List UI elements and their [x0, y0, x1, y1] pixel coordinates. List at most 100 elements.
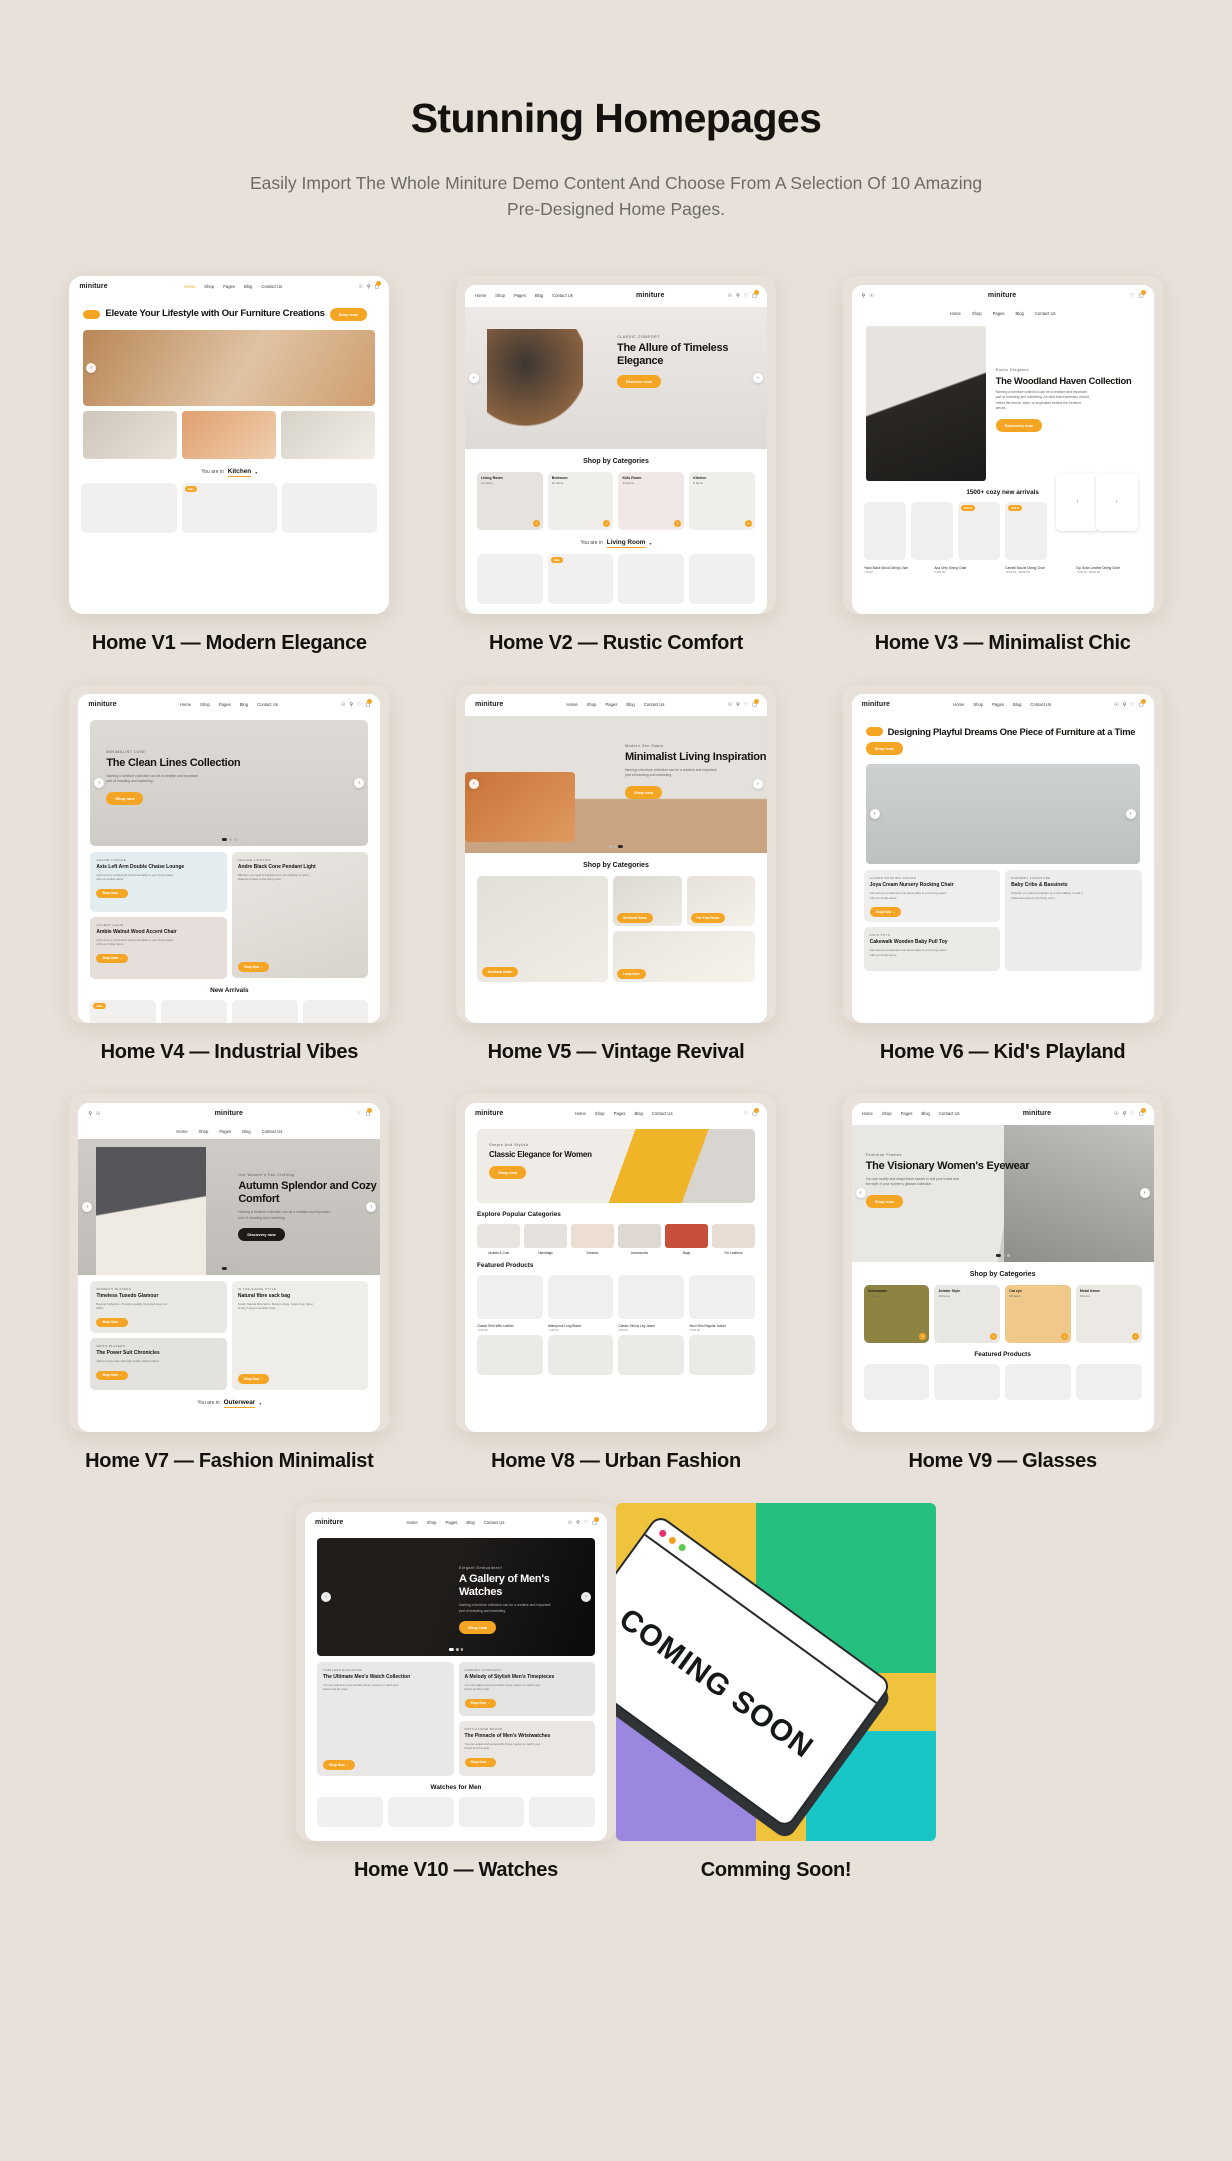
- product-thumb[interactable]: [161, 999, 227, 1023]
- promo-card[interactable]: KID'S TOYS Cakewalk Wooden Baby Pull Toy…: [863, 926, 1001, 971]
- product-thumb[interactable]: [689, 553, 755, 604]
- nav-item-shop[interactable]: Shop: [587, 702, 597, 707]
- nav-item-pages[interactable]: Pages: [901, 1111, 913, 1116]
- hero-button-v10[interactable]: Shop now: [459, 1621, 497, 1635]
- category-image[interactable]: Lamp table: [613, 930, 755, 982]
- product-card[interactable]: [689, 1274, 755, 1319]
- promo-card[interactable]: GLIDER ROCKING CHAIRS Joya Cream Nursery…: [863, 869, 1001, 922]
- carousel-dots[interactable]: [995, 1253, 1010, 1257]
- nav-icons[interactable]: ♡ ▢: [744, 1107, 759, 1117]
- nav-item-pages[interactable]: Pages: [446, 1520, 458, 1525]
- nav-item-home[interactable]: Home: [950, 311, 961, 316]
- nav-item-shop[interactable]: Shop: [495, 293, 505, 298]
- nav-item-contact[interactable]: Contact Us: [262, 1129, 283, 1134]
- product-card[interactable]: [317, 1796, 383, 1827]
- carousel-prev-icon[interactable]: ‹: [855, 1188, 866, 1198]
- nav-item-shop[interactable]: Shop: [973, 702, 983, 707]
- homepage-card-v2[interactable]: Home Shop Pages Blog Contact Us miniture…: [423, 275, 810, 655]
- nav-icons-left[interactable]: ⚲ ☉: [88, 1111, 100, 1117]
- coming-soon-graphic[interactable]: COMING SOON: [616, 1502, 936, 1841]
- category-card[interactable]: Clubmaster 12 Items +: [863, 1284, 930, 1343]
- nav-item-home[interactable]: Home: [184, 284, 195, 289]
- product-card[interactable]: [1005, 1363, 1071, 1400]
- wishlist-icon[interactable]: ♡: [357, 1111, 361, 1117]
- plus-icon[interactable]: +: [990, 1332, 998, 1340]
- nav-item-home[interactable]: Home: [567, 702, 578, 707]
- cart-icon[interactable]: ▢: [1139, 289, 1146, 299]
- product-card[interactable]: [863, 1363, 930, 1400]
- nav-icons-left[interactable]: ⚲ ☉: [862, 293, 874, 299]
- category-value[interactable]: Outerwear: [223, 1399, 256, 1408]
- wishlist-icon[interactable]: ♡: [1130, 1111, 1134, 1117]
- promo-button[interactable]: Shop Now →: [869, 907, 902, 917]
- category-image[interactable]: For Kids Room: [686, 875, 755, 926]
- category-card[interactable]: Living Room 12 Items +: [476, 471, 543, 530]
- nav-menu[interactable]: Home Shop Pages Blog Contact Us: [475, 293, 573, 298]
- plus-icon[interactable]: +: [1131, 1332, 1139, 1340]
- category-image-large[interactable]: Sectional Sofas: [476, 875, 609, 982]
- promo-button[interactable]: Shop Now →: [237, 1374, 270, 1384]
- category-value[interactable]: Kitchen: [227, 468, 252, 477]
- nav-item-blog[interactable]: Blog: [466, 1520, 474, 1525]
- nav-item-blog[interactable]: Blog: [242, 1129, 250, 1134]
- carousel-prev-icon[interactable]: ‹: [86, 362, 97, 373]
- product-card[interactable]: [458, 1796, 525, 1827]
- wishlist-icon[interactable]: ♡: [357, 702, 361, 708]
- carousel-next-icon[interactable]: ›: [752, 779, 763, 789]
- nav-item-shop[interactable]: Shop: [427, 1520, 437, 1525]
- carousel-prev-icon[interactable]: ‹: [1056, 472, 1099, 531]
- promo-card[interactable]: MEN'S BLAZERS The Power Suit Chronicles …: [90, 1337, 227, 1390]
- product-card[interactable]: [910, 501, 953, 560]
- category-item[interactable]: Accessories: [617, 1223, 661, 1255]
- thumbnail-v4[interactable]: miniture Home Shop Pages Blog Contact Us…: [69, 684, 390, 1023]
- product-card[interactable]: SALE: [1005, 501, 1048, 560]
- nav-item-shop[interactable]: Shop: [882, 1111, 892, 1116]
- nav-item-pages[interactable]: Pages: [992, 702, 1004, 707]
- search-icon[interactable]: ⚲: [88, 1111, 92, 1117]
- nav-icons[interactable]: ♡ ▢: [1130, 289, 1146, 299]
- nav-menu[interactable]: Home Shop Pages Blog Contact Us: [953, 702, 1051, 707]
- wishlist-icon[interactable]: ♡: [744, 293, 748, 299]
- thumbnail-v1[interactable]: miniture Home Shop Pages Blog Contact Us…: [69, 275, 390, 614]
- nav-item-contact[interactable]: Contact Us: [552, 293, 573, 298]
- carousel-dots[interactable]: [222, 1266, 237, 1270]
- nav-item-shop[interactable]: Shop: [595, 1111, 605, 1116]
- hero-button-v1[interactable]: Shop now: [329, 307, 367, 321]
- homepage-card-v4[interactable]: miniture Home Shop Pages Blog Contact Us…: [36, 684, 423, 1064]
- carousel-next-icon[interactable]: ›: [1139, 1188, 1150, 1198]
- product-card[interactable]: [529, 1796, 595, 1827]
- nav-menu[interactable]: Home Shop Pages Blog Contact Us: [184, 284, 282, 289]
- category-item[interactable]: Dresses: [570, 1223, 614, 1255]
- product-card[interactable]: [476, 1274, 543, 1319]
- user-icon[interactable]: ☉: [568, 1520, 572, 1526]
- promo-button[interactable]: Shop Now →: [237, 962, 270, 972]
- plus-icon[interactable]: +: [1060, 1332, 1068, 1340]
- category-selector-v2[interactable]: You are in Living Room ▾: [465, 530, 767, 554]
- category-card[interactable]: Kitchen 8 Items +: [689, 471, 755, 530]
- category-tag[interactable]: Lamp table: [617, 969, 646, 979]
- product-thumb[interactable]: [476, 553, 543, 604]
- homepage-card-v8[interactable]: miniture Home Shop Pages Blog Contact Us…: [423, 1093, 810, 1473]
- promo-button[interactable]: Shop Now →: [96, 1317, 128, 1328]
- category-tag[interactable]: Sectional Sofas: [481, 967, 518, 977]
- product-card[interactable]: [618, 1334, 685, 1375]
- nav-item-blog[interactable]: Blog: [1016, 311, 1024, 316]
- nav-item-contact[interactable]: Contact Us: [1030, 702, 1051, 707]
- promo-card[interactable]: CHRONO SYMPHONY A Melody of Stylish Men'…: [458, 1661, 595, 1716]
- nav-item-contact[interactable]: Contact Us: [644, 702, 665, 707]
- product-card[interactable]: [863, 501, 906, 560]
- product-card[interactable]: [618, 1274, 685, 1319]
- carousel-dots[interactable]: [222, 837, 237, 841]
- nav-item-blog[interactable]: Blog: [626, 702, 634, 707]
- carousel-prev-icon[interactable]: ‹: [468, 372, 479, 383]
- plus-icon[interactable]: +: [532, 519, 540, 527]
- cart-icon[interactable]: ▢: [592, 1516, 599, 1526]
- nav-item-pages[interactable]: Pages: [514, 293, 526, 298]
- search-icon[interactable]: ⚲: [862, 293, 866, 299]
- category-item[interactable]: Jackets & Coat: [476, 1223, 520, 1255]
- product-card[interactable]: [387, 1796, 454, 1827]
- carousel-next-icon[interactable]: ›: [1095, 472, 1138, 531]
- hero-button-v7[interactable]: Discovery now: [238, 1228, 285, 1242]
- nav-item-shop[interactable]: Shop: [204, 284, 214, 289]
- hero-button-v2[interactable]: Discover now: [616, 375, 661, 389]
